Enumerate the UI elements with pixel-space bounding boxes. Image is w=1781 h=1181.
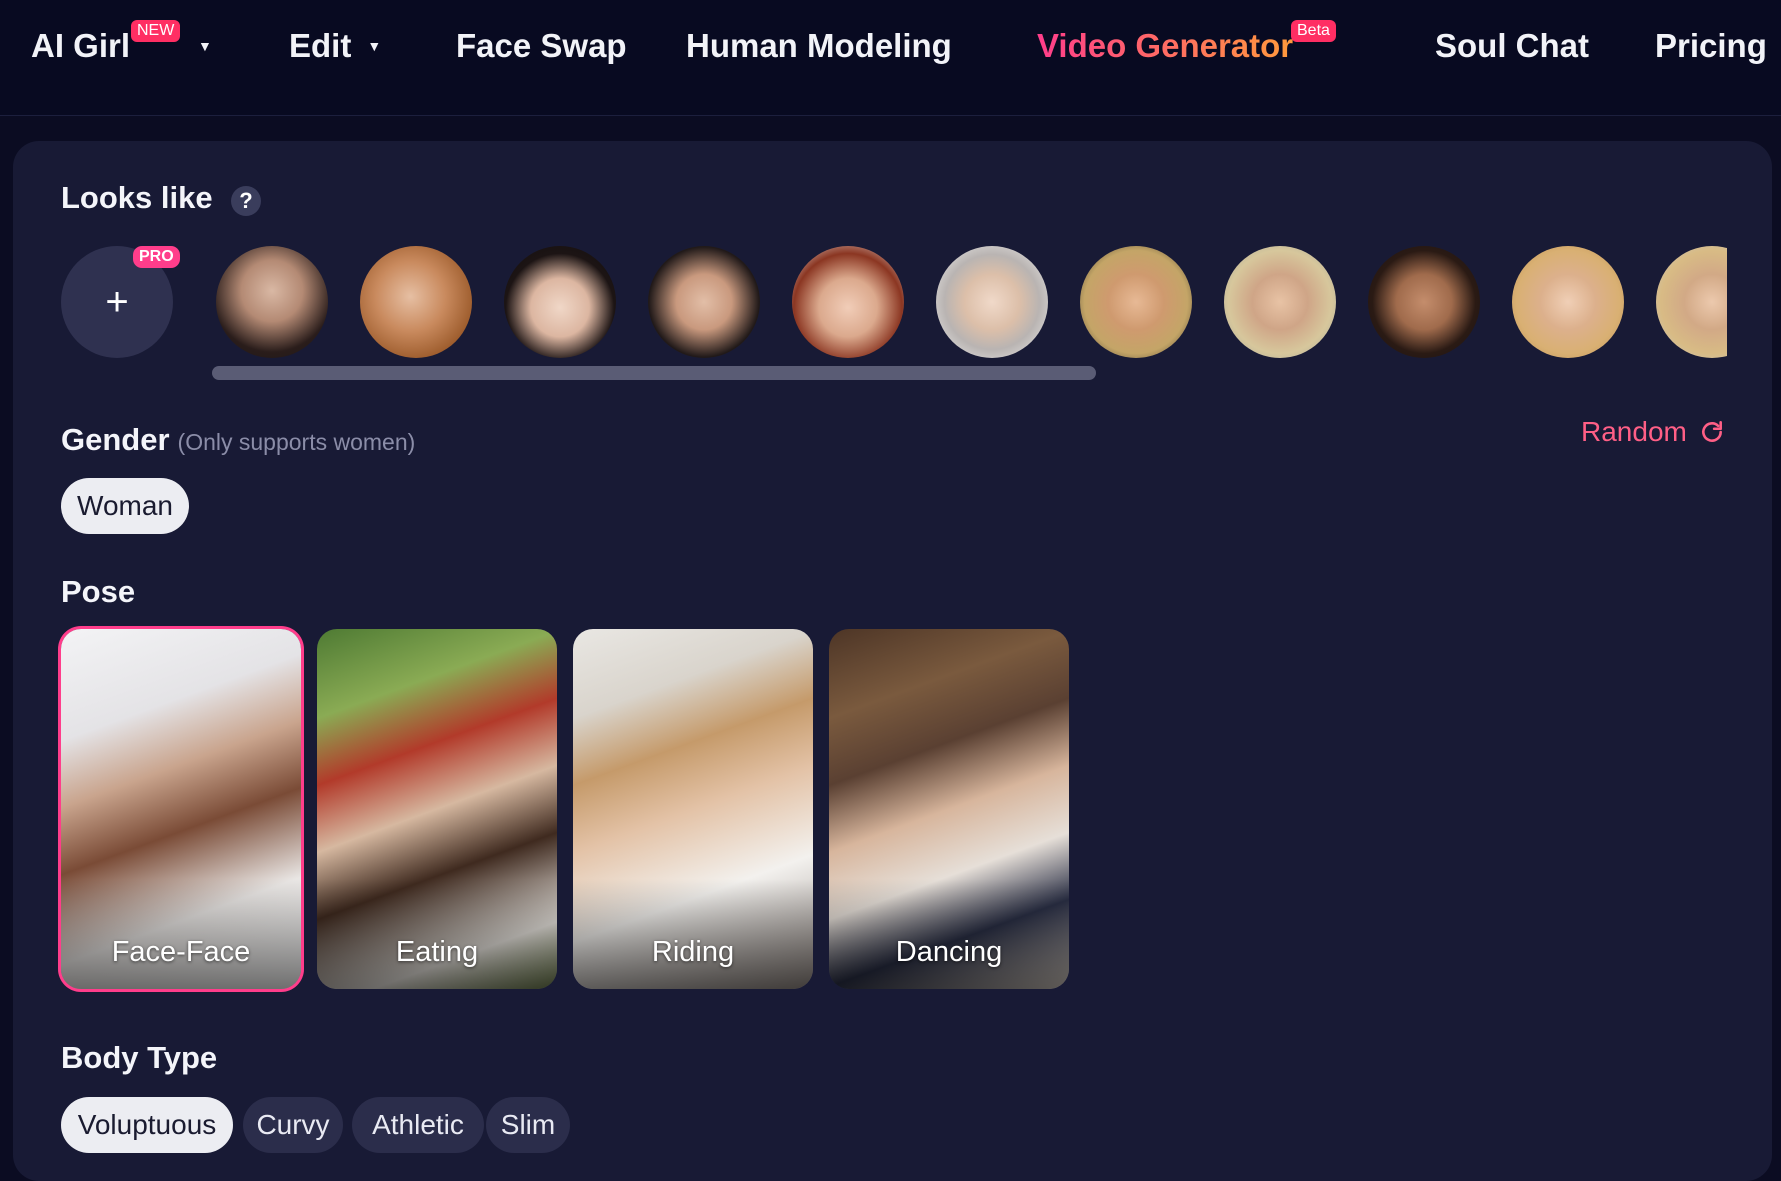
nav-item-label: Video Generator <box>1037 27 1294 64</box>
face-avatar[interactable] <box>792 246 904 358</box>
avatar-list-scrollbar[interactable] <box>212 366 1096 380</box>
card-shade <box>61 879 301 989</box>
face-avatar[interactable] <box>216 246 328 358</box>
gender-title-label: Gender <box>61 422 170 457</box>
face-avatar[interactable] <box>1656 246 1727 358</box>
plus-icon: + <box>105 279 129 324</box>
nav-item-soul-chat[interactable]: Soul Chat <box>1435 24 1589 68</box>
face-avatar[interactable] <box>1224 246 1336 358</box>
body-type-option-slim[interactable]: Slim <box>486 1097 570 1153</box>
body-type-option-voluptuous[interactable]: Voluptuous <box>61 1097 233 1153</box>
face-avatar[interactable] <box>360 246 472 358</box>
looks-like-title: Looks like <box>61 180 213 215</box>
nav-item-ai-girl[interactable]: AI Girl NEW ▼ <box>31 20 212 68</box>
card-shade <box>317 879 557 989</box>
nav-item-label: Face Swap <box>456 27 627 64</box>
nav-item-label: Human Modeling <box>686 27 952 64</box>
pose-card-riding[interactable]: Riding <box>573 629 813 989</box>
nav-item-label: Soul Chat <box>1435 27 1589 64</box>
top-navigation: AI Girl NEW ▼ Edit ▼ Face Swap Human Mod… <box>0 0 1781 116</box>
card-shade <box>829 879 1069 989</box>
beta-badge: Beta <box>1291 20 1336 42</box>
nav-item-edit[interactable]: Edit ▼ <box>289 24 381 68</box>
pose-card-label: Riding <box>651 936 735 968</box>
face-avatar[interactable] <box>936 246 1048 358</box>
face-avatar[interactable] <box>504 246 616 358</box>
card-shade <box>573 879 813 989</box>
pose-card-label: Dancing <box>895 936 1003 968</box>
body-type-title: Body Type <box>61 1040 218 1075</box>
face-avatar-list[interactable] <box>203 246 1727 358</box>
nav-item-label: Pricing <box>1655 27 1767 64</box>
nav-item-label: AI Girl <box>31 27 131 64</box>
body-type-option-curvy[interactable]: Curvy <box>243 1097 343 1153</box>
refresh-icon <box>1701 420 1722 442</box>
pro-badge: PRO <box>133 246 180 268</box>
face-avatar[interactable] <box>1368 246 1480 358</box>
random-button[interactable]: Random <box>1581 416 1725 448</box>
face-avatar[interactable] <box>1080 246 1192 358</box>
body-type-option-athletic[interactable]: Athletic <box>352 1097 484 1153</box>
pose-card-label: Face-Face <box>111 936 251 968</box>
pose-card-label: Eating <box>395 936 479 968</box>
nav-item-label: Edit <box>289 27 352 64</box>
new-badge: NEW <box>131 20 181 42</box>
gender-option-woman[interactable]: Woman <box>61 478 189 534</box>
gender-note: (Only supports women) <box>177 429 416 455</box>
random-label: Random <box>1581 416 1687 447</box>
pose-card-eating[interactable]: Eating <box>317 629 557 989</box>
caret-down-icon: ▼ <box>367 38 382 54</box>
pose-card-dancing[interactable]: Dancing <box>829 629 1069 989</box>
question-icon[interactable]: ? <box>231 186 261 216</box>
face-avatar[interactable] <box>1512 246 1624 358</box>
pose-card-face-face[interactable]: Face-Face <box>61 629 301 989</box>
nav-item-human-modeling[interactable]: Human Modeling <box>686 24 952 68</box>
nav-item-face-swap[interactable]: Face Swap <box>456 24 627 68</box>
pose-title: Pose <box>61 574 136 609</box>
caret-down-icon: ▼ <box>198 38 212 54</box>
nav-item-pricing[interactable]: Pricing <box>1655 24 1767 68</box>
nav-item-video-generator[interactable]: Video Generator Beta <box>1037 20 1336 68</box>
gender-title: Gender (Only supports women) <box>61 422 415 458</box>
face-avatar[interactable] <box>648 246 760 358</box>
